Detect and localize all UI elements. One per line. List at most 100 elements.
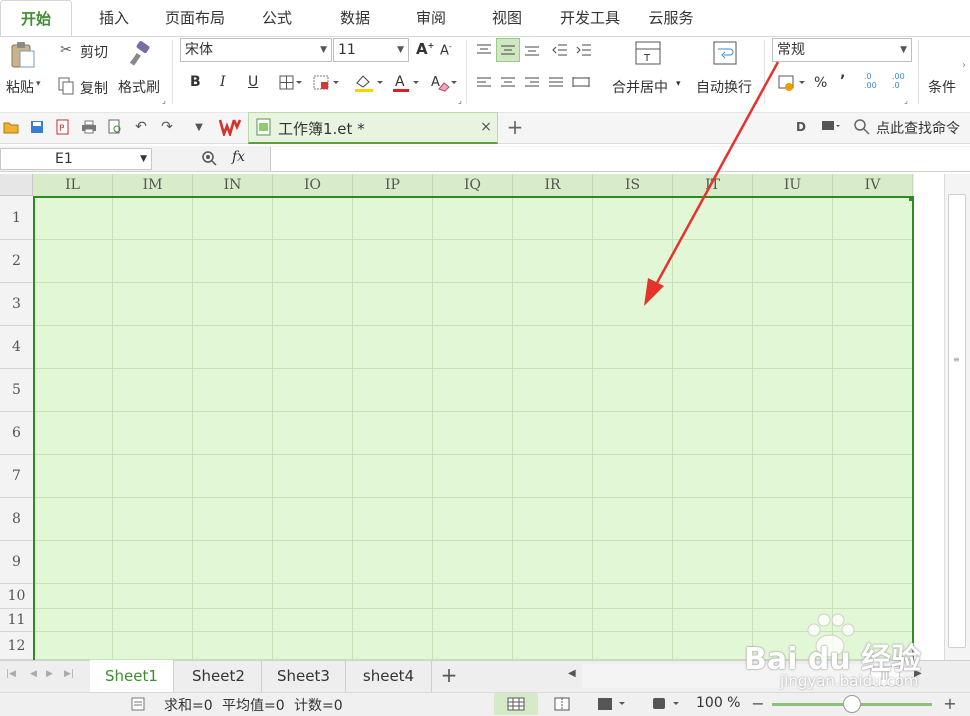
add-sheet-icon[interactable]: + xyxy=(438,663,460,687)
increase-indent-icon[interactable] xyxy=(574,40,594,60)
fill-handle[interactable] xyxy=(909,196,914,201)
skin-icon[interactable]: D xyxy=(792,118,810,136)
undo-icon[interactable]: ↶ xyxy=(132,118,150,136)
row-header-9[interactable]: 9 xyxy=(0,541,33,584)
comment-icon[interactable] xyxy=(820,118,842,136)
conditional-format-button[interactable]: 条件 xyxy=(928,77,956,97)
column-header-im[interactable]: IM xyxy=(113,174,193,196)
wps-logo-icon[interactable] xyxy=(218,116,244,138)
column-header-it[interactable]: IT xyxy=(673,174,753,196)
zoom-out-icon[interactable]: − xyxy=(750,694,766,713)
bold-button[interactable]: B xyxy=(190,74,201,90)
clear-format-icon[interactable]: A xyxy=(428,72,460,94)
prev-sheet-icon[interactable]: ◀ xyxy=(30,669,37,679)
row-header-10[interactable]: 10 xyxy=(0,584,33,609)
sheet-tab-sheet1[interactable]: Sheet1 xyxy=(90,660,174,692)
borders-icon[interactable] xyxy=(278,73,304,93)
column-header-iu[interactable]: IU xyxy=(753,174,833,196)
row-header-2[interactable]: 2 xyxy=(0,240,33,283)
last-sheet-icon[interactable]: ▶| xyxy=(64,669,74,679)
sheet-tab-sheet2[interactable]: Sheet2 xyxy=(176,660,262,692)
column-header-iq[interactable]: IQ xyxy=(433,174,513,196)
align-center-icon[interactable] xyxy=(498,73,518,93)
open-folder-icon[interactable] xyxy=(2,118,20,136)
fill-color-icon[interactable] xyxy=(352,72,386,94)
increase-decimal-button[interactable]: .0 .00 xyxy=(864,72,877,90)
font-color-icon[interactable]: A xyxy=(390,72,422,94)
reading-layout-icon[interactable] xyxy=(596,695,630,713)
percent-button[interactable]: % xyxy=(814,75,827,91)
decrease-indent-icon[interactable] xyxy=(550,40,570,60)
increase-font-button[interactable]: A+ xyxy=(416,40,434,58)
next-sheet-icon[interactable]: ▶ xyxy=(46,669,53,679)
tab-insert[interactable]: 插入 xyxy=(82,0,146,36)
page-setup-icon[interactable] xyxy=(130,696,146,712)
tab-formulas[interactable]: 公式 xyxy=(248,0,306,36)
column-header-in[interactable]: IN xyxy=(193,174,273,196)
worksheet-grid[interactable]: IL IM IN IO IP IQ IR IS IT IU IV 1 2 3 4 5 6 7 8 9 10 11 12 xyxy=(0,174,914,660)
eye-protection-icon[interactable] xyxy=(650,695,684,713)
tab-cloud[interactable]: 云服务 xyxy=(640,0,702,36)
copy-button[interactable]: 复制 xyxy=(80,78,108,98)
zoom-in-icon[interactable]: + xyxy=(942,694,958,713)
paste-dropdown-icon[interactable]: ▾ xyxy=(36,79,41,89)
column-header-ir[interactable]: IR xyxy=(513,174,593,196)
export-pdf-icon[interactable]: P xyxy=(54,118,72,136)
tab-view[interactable]: 视图 xyxy=(478,0,536,36)
name-box[interactable]: E1 ▼ xyxy=(0,148,152,170)
zoom-slider-thumb[interactable] xyxy=(843,695,861,713)
select-all-corner[interactable] xyxy=(0,174,33,196)
tab-data[interactable]: 数据 xyxy=(326,0,384,36)
row-header-7[interactable]: 7 xyxy=(0,455,33,498)
close-icon[interactable]: × xyxy=(478,118,494,136)
wrap-text-button[interactable]: 自动换行 xyxy=(696,77,752,97)
zoom-formula-icon[interactable] xyxy=(200,149,218,167)
chevron-down-icon[interactable]: ▾ xyxy=(676,79,681,89)
align-right-icon[interactable] xyxy=(522,73,542,93)
cell-style-icon[interactable] xyxy=(312,73,342,93)
tab-page-layout[interactable]: 页面布局 xyxy=(156,0,234,36)
zoom-level[interactable]: 100 % xyxy=(696,695,740,711)
paste-icon[interactable] xyxy=(8,40,38,70)
redo-icon[interactable]: ↷ xyxy=(158,118,176,136)
align-top-icon[interactable] xyxy=(474,40,494,60)
column-header-is[interactable]: IS xyxy=(593,174,673,196)
align-middle-icon[interactable] xyxy=(496,38,520,62)
column-header-io[interactable]: IO xyxy=(273,174,353,196)
ribbon-scroll-right-icon[interactable]: › xyxy=(962,60,966,71)
column-header-iv[interactable]: IV xyxy=(833,174,913,196)
print-preview-icon[interactable] xyxy=(106,118,124,136)
distributed-align-icon[interactable] xyxy=(570,73,592,93)
row-header-3[interactable]: 3 xyxy=(0,283,33,326)
dialog-launcher-icon[interactable]: ⌟ xyxy=(902,96,910,105)
number-format-select[interactable]: 常规 ▼ xyxy=(772,38,912,62)
row-header-6[interactable]: 6 xyxy=(0,412,33,455)
comma-style-button[interactable]: ’ xyxy=(840,73,845,89)
row-header-1[interactable]: 1 xyxy=(0,196,33,240)
horizontal-scroll-left-icon[interactable]: ◀ xyxy=(568,668,576,679)
column-header-il[interactable]: IL xyxy=(33,174,113,196)
normal-view-icon[interactable] xyxy=(494,693,538,715)
cut-button[interactable]: 剪切 xyxy=(80,42,108,62)
font-name-select[interactable]: 宋体 ▼ xyxy=(180,38,332,62)
decrease-decimal-button[interactable]: .00 .0 xyxy=(892,72,905,90)
dialog-launcher-icon[interactable]: ⌟ xyxy=(752,96,760,105)
row-header-8[interactable]: 8 xyxy=(0,498,33,541)
customize-dropdown-icon[interactable]: ▼ xyxy=(190,118,208,136)
first-sheet-icon[interactable]: |◀ xyxy=(6,669,16,679)
tab-review[interactable]: 审阅 xyxy=(402,0,460,36)
vertical-scrollbar-thumb[interactable] xyxy=(948,194,966,648)
tab-home[interactable]: 开始 xyxy=(0,0,72,36)
sheet-tab-sheet4[interactable]: sheet4 xyxy=(346,660,432,692)
align-left-icon[interactable] xyxy=(474,73,494,93)
insert-function-button[interactable]: fx xyxy=(232,149,245,165)
row-header-11[interactable]: 11 xyxy=(0,609,33,632)
underline-button[interactable]: U xyxy=(248,74,258,90)
currency-icon[interactable] xyxy=(776,72,808,94)
row-header-12[interactable]: 12 xyxy=(0,632,33,660)
new-tab-icon[interactable]: + xyxy=(504,115,526,139)
tab-developer[interactable]: 开发工具 xyxy=(552,0,628,36)
formula-input[interactable] xyxy=(270,147,970,171)
print-icon[interactable] xyxy=(80,118,98,136)
font-size-select[interactable]: 11 ▼ xyxy=(333,38,409,62)
